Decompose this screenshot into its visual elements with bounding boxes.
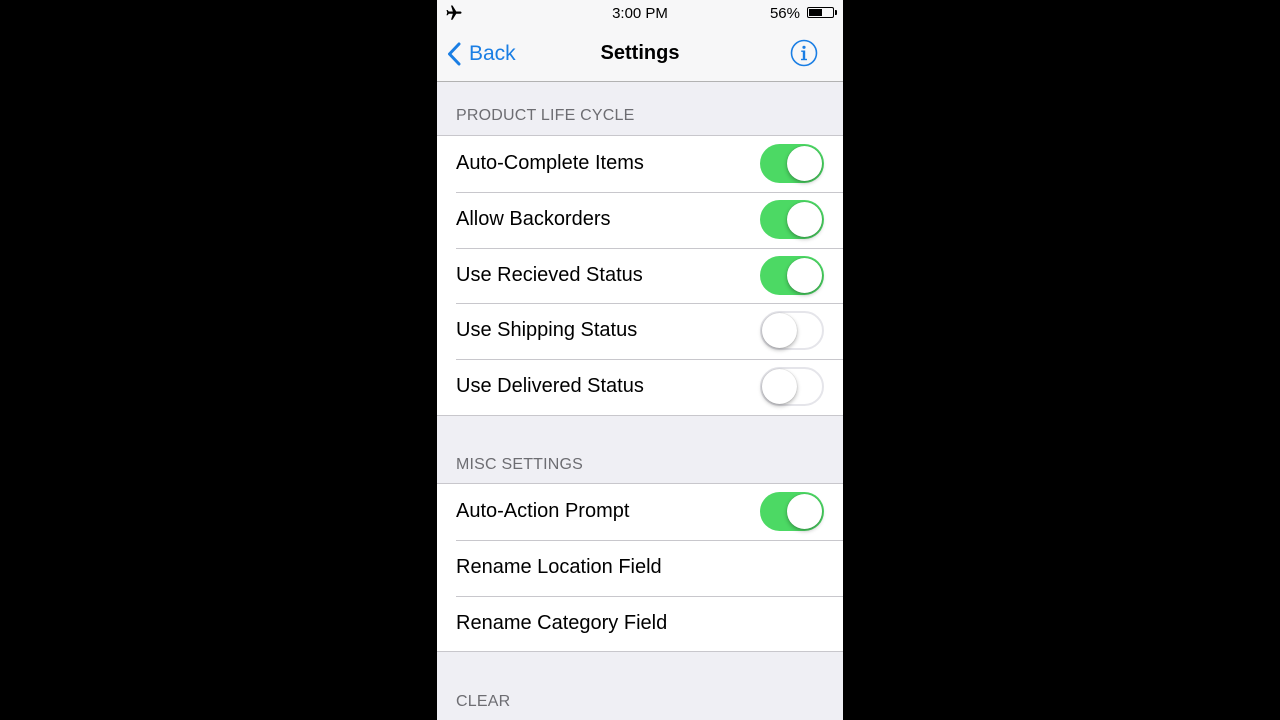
page-title: Settings: [600, 42, 680, 64]
section-header-misc-settings: MISC SETTINGS: [456, 456, 584, 473]
switch-knob: [762, 369, 797, 405]
auto-complete-items-toggle[interactable]: [760, 144, 824, 183]
auto-action-prompt-toggle[interactable]: [760, 492, 824, 531]
section-header-product-life-cycle: PRODUCT LIFE CYCLE: [456, 107, 635, 124]
setting-row-use-delivered-status[interactable]: Use Delivered Status: [437, 359, 843, 415]
setting-label: Rename Category Field: [456, 611, 668, 634]
setting-label: Use Recieved Status: [456, 263, 643, 286]
setting-label: Use Shipping Status: [456, 319, 638, 342]
battery-fill: [809, 9, 822, 16]
setting-label: Auto-Action Prompt: [456, 500, 630, 522]
settings-screen: 3:00 PM 56% Back Settings PRODUCT LIFE C…: [437, 0, 843, 720]
battery-icon: [807, 7, 834, 18]
battery-percent: 56%: [769, 5, 800, 22]
switch-knob: [787, 201, 822, 237]
switch-knob: [787, 494, 822, 529]
setting-label: Allow Backorders: [456, 207, 611, 230]
top-bar: 3:00 PM 56% Back Settings: [437, 0, 843, 82]
setting-label: Auto-Complete Items: [456, 152, 644, 174]
setting-row-rename-location-field[interactable]: Rename Location Field: [437, 539, 843, 596]
use-recieved-status-toggle[interactable]: [760, 255, 824, 295]
setting-label: Use Delivered Status: [456, 375, 644, 398]
status-bar: 3:00 PM 56%: [437, 0, 843, 26]
setting-row-auto-complete-items[interactable]: Auto-Complete Items: [437, 136, 843, 192]
product-life-cycle-group: Auto-Complete Items Allow Backorders Use…: [437, 135, 843, 416]
switch-knob: [787, 146, 822, 181]
use-delivered-status-toggle[interactable]: [760, 367, 824, 407]
setting-row-allow-backorders[interactable]: Allow Backorders: [437, 191, 843, 248]
switch-knob: [762, 313, 797, 349]
allow-backorders-toggle[interactable]: [760, 199, 824, 239]
setting-row-use-recieved-status[interactable]: Use Recieved Status: [437, 247, 843, 304]
setting-row-use-shipping-status[interactable]: Use Shipping Status: [437, 303, 843, 359]
battery-tip: [835, 10, 837, 15]
navigation-bar: Back Settings: [437, 26, 843, 81]
setting-label: Rename Location Field: [456, 555, 662, 578]
setting-row-rename-category-field[interactable]: Rename Category Field: [437, 595, 843, 652]
section-header-clear: CLEAR: [456, 693, 511, 710]
misc-settings-group: Auto-Action Prompt Rename Location Field…: [437, 483, 843, 653]
switch-knob: [787, 257, 822, 293]
setting-row-auto-action-prompt[interactable]: Auto-Action Prompt: [437, 484, 843, 540]
use-shipping-status-toggle[interactable]: [760, 311, 824, 351]
info-icon[interactable]: [790, 39, 818, 67]
